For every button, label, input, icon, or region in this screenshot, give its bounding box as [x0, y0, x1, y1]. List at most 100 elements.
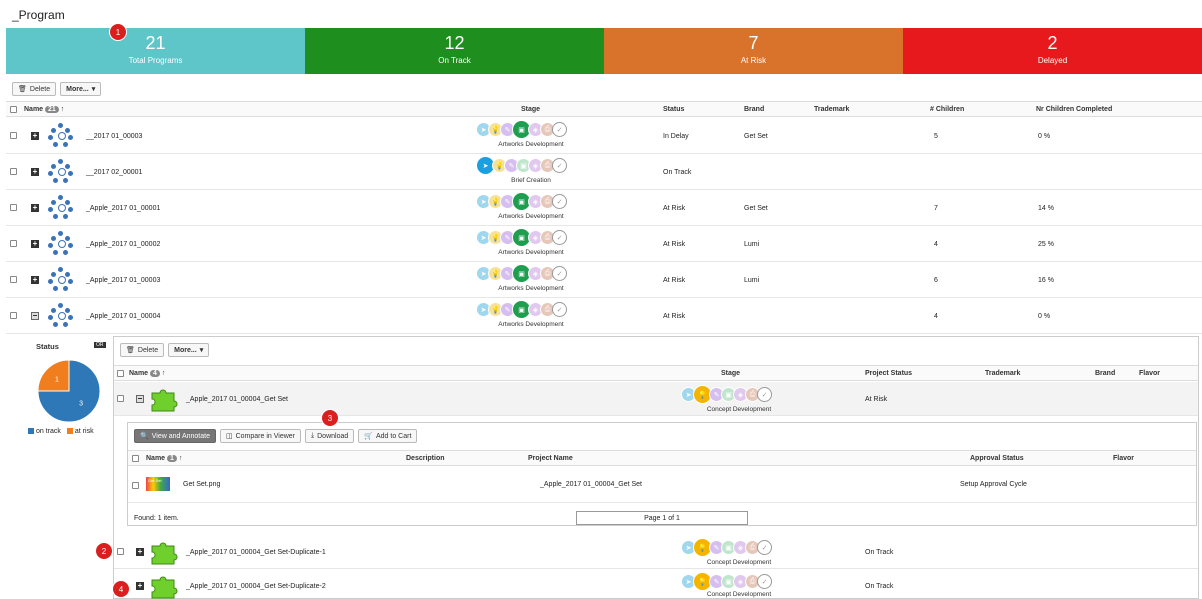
- pie-slice-at-risk[interactable]: [37, 359, 70, 392]
- compare-viewer-button[interactable]: ◫ Compare in Viewer: [219, 429, 302, 443]
- project-name[interactable]: _Apple_2017 01_00004_Get Set: [186, 396, 288, 403]
- col-name-header[interactable]: Name 4 ↑: [129, 370, 165, 377]
- row-checkbox[interactable]: [10, 132, 17, 139]
- collapse-toggle[interactable]: [31, 312, 39, 320]
- file-thumbnail[interactable]: Get Set: [146, 477, 170, 491]
- program-status: At Risk: [663, 205, 686, 212]
- add-to-cart-button[interactable]: 🛒 Add to Cart: [358, 429, 418, 443]
- program-row[interactable]: + _Apple_2017 01_00003 ➤ 💡 ✎ ▣ ◈ ⎙ ✓ Artworks …: [6, 262, 1202, 298]
- more-button[interactable]: More... ▾: [168, 343, 210, 357]
- stage-label: Artworks Development: [498, 321, 564, 328]
- files-panel: 🔍 View and Annotate ◫ Compare in Viewer ⤓ D…: [127, 422, 1197, 526]
- col-brand-header[interactable]: Brand: [1095, 370, 1115, 377]
- stage-indicator: ➤ 💡 ✎ ▣ ◈ ⎙ ✓: [476, 120, 567, 139]
- row-checkbox[interactable]: [117, 395, 124, 402]
- row-checkbox[interactable]: [10, 240, 17, 247]
- program-name[interactable]: _Apple_2017 01_00001: [86, 205, 160, 212]
- program-row[interactable]: + _Apple_2017 01_00001 ➤ 💡 ✎ ▣ ◈ ⎙ ✓ Artworks …: [6, 190, 1202, 226]
- program-completed: 14 %: [1038, 205, 1054, 212]
- program-brand: Lumi: [744, 277, 760, 284]
- thumbnail-text: Get Set: [148, 478, 162, 483]
- more-button[interactable]: More... ▾: [60, 82, 102, 96]
- callout-badge-4: 4: [113, 581, 129, 597]
- row-checkbox[interactable]: [10, 168, 17, 175]
- row-checkbox[interactable]: [10, 276, 17, 283]
- expand-toggle[interactable]: +: [31, 240, 39, 248]
- stage-label: Concept Development: [706, 406, 772, 413]
- select-all-checkbox[interactable]: [10, 106, 17, 113]
- file-name[interactable]: Get Set.png: [183, 481, 220, 488]
- collapse-toggle[interactable]: [136, 395, 144, 403]
- col-completed-header[interactable]: Nr Children Completed: [1036, 106, 1112, 113]
- node-dot: [48, 243, 53, 248]
- download-label: Download: [317, 432, 349, 440]
- project-name[interactable]: _Apple_2017 01_00004_Get Set-Duplicate-1: [186, 549, 326, 556]
- row-checkbox[interactable]: [10, 312, 17, 319]
- program-name[interactable]: __2017 01_00003: [86, 133, 142, 140]
- expand-toggle[interactable]: +: [31, 276, 39, 284]
- project-name[interactable]: _Apple_2017 01_00004_Get Set-Duplicate-2: [186, 583, 326, 590]
- col-flavor-header[interactable]: Flavor: [1139, 370, 1160, 377]
- node-dot: [58, 204, 66, 212]
- program-name[interactable]: _Apple_2017 01_00002: [86, 241, 160, 248]
- program-name[interactable]: __2017 02_00001: [86, 169, 142, 176]
- projects-panel: 🗑 Delete More... ▾ Name 4 ↑ Stage Project …: [113, 336, 1199, 599]
- node-dot: [58, 195, 63, 200]
- row-checkbox[interactable]: [117, 548, 124, 555]
- node-dot: [68, 279, 73, 284]
- project-row[interactable]: + _Apple_2017 01_00004_Get Set-Duplicate…: [114, 535, 1198, 569]
- project-status: On Track: [865, 549, 894, 556]
- sort-asc-icon[interactable]: ↑: [61, 106, 65, 113]
- pager[interactable]: Page 1 of 1: [576, 511, 748, 525]
- col-name-header[interactable]: Name 1 ↑: [146, 455, 182, 462]
- kpi-at-risk[interactable]: 7 At Risk: [604, 28, 903, 74]
- node-dot: [48, 135, 53, 140]
- col-status-header[interactable]: Status: [663, 106, 684, 113]
- node-dot: [53, 178, 58, 183]
- kpi-on-track[interactable]: 12 On Track: [305, 28, 604, 74]
- select-all-checkbox[interactable]: [117, 370, 124, 377]
- sort-asc-icon[interactable]: ↑: [162, 370, 166, 377]
- project-row[interactable]: + _Apple_2017 01_00004_Get Set-Duplicate…: [114, 569, 1198, 599]
- row-checkbox[interactable]: [132, 482, 139, 489]
- delete-button[interactable]: 🗑 Delete: [120, 343, 165, 357]
- kpi-delayed[interactable]: 2 Delayed: [903, 28, 1202, 74]
- col-project-name-header[interactable]: Project Name: [528, 455, 573, 462]
- col-stage-header[interactable]: Stage: [521, 106, 540, 113]
- col-project-status-header[interactable]: Project Status: [865, 370, 912, 377]
- legend-swatch: [28, 428, 34, 435]
- program-row[interactable]: + _Apple_2017 01_00002 ➤ 💡 ✎ ▣ ◈ ⎙ ✓ Artworks …: [6, 226, 1202, 262]
- program-status: At Risk: [663, 241, 686, 248]
- kpi-total-programs[interactable]: 21 Total Programs: [6, 28, 305, 74]
- col-approval-header[interactable]: Approval Status: [970, 455, 1024, 462]
- file-row[interactable]: Get Set Get Set.png _Apple_2017 01_00004…: [128, 467, 1196, 503]
- col-trademark-header[interactable]: Trademark: [814, 106, 849, 113]
- col-flavor-header[interactable]: Flavor: [1113, 455, 1134, 462]
- row-checkbox[interactable]: [10, 204, 17, 211]
- col-description-header[interactable]: Description: [406, 455, 445, 462]
- col-brand-header[interactable]: Brand: [744, 106, 764, 113]
- program-row[interactable]: + __2017 01_00003 ➤ 💡 ✎ ▣ ◈ ⎙ ✓ Artworks Devel…: [6, 118, 1202, 154]
- stage-label: Concept Development: [706, 559, 772, 566]
- expand-toggle[interactable]: +: [31, 132, 39, 140]
- download-button[interactable]: ⤓ Download: [305, 429, 355, 443]
- sort-asc-icon[interactable]: ↑: [179, 455, 183, 462]
- col-name-header[interactable]: Name 21 ↑: [24, 106, 64, 113]
- program-name[interactable]: _Apple_2017 01_00003: [86, 277, 160, 284]
- delete-button[interactable]: 🗑 Delete: [12, 82, 57, 96]
- program-name[interactable]: _Apple_2017 01_00004: [86, 313, 160, 320]
- expand-toggle[interactable]: +: [31, 204, 39, 212]
- col-children-header[interactable]: # Children: [930, 106, 964, 113]
- col-name-label: Name: [129, 370, 149, 377]
- col-stage-header[interactable]: Stage: [721, 370, 740, 377]
- view-annotate-button[interactable]: 🔍 View and Annotate: [134, 429, 216, 443]
- project-row[interactable]: _Apple_2017 01_00004_Get Set ➤ 💡 ✎ ▣ ◈ ⎙ ✓ Con…: [114, 382, 1198, 416]
- select-all-checkbox[interactable]: [132, 455, 139, 462]
- stage-indicator: ➤ 💡 ✎ ▣ ◈ ⎙ ✓: [476, 264, 567, 283]
- program-row[interactable]: _Apple_2017 01_00004 ➤ 💡 ✎ ▣ ◈ ⎙ ✓ Artworks De…: [6, 298, 1202, 334]
- expand-toggle[interactable]: +: [136, 548, 144, 556]
- expand-toggle[interactable]: +: [31, 168, 39, 176]
- program-row[interactable]: + __2017 02_00001 ➤ 💡 ✎ ▣ ◈ ⎙ ✓ Brief Creation…: [6, 154, 1202, 190]
- expand-toggle[interactable]: +: [136, 582, 144, 590]
- col-trademark-header[interactable]: Trademark: [985, 370, 1020, 377]
